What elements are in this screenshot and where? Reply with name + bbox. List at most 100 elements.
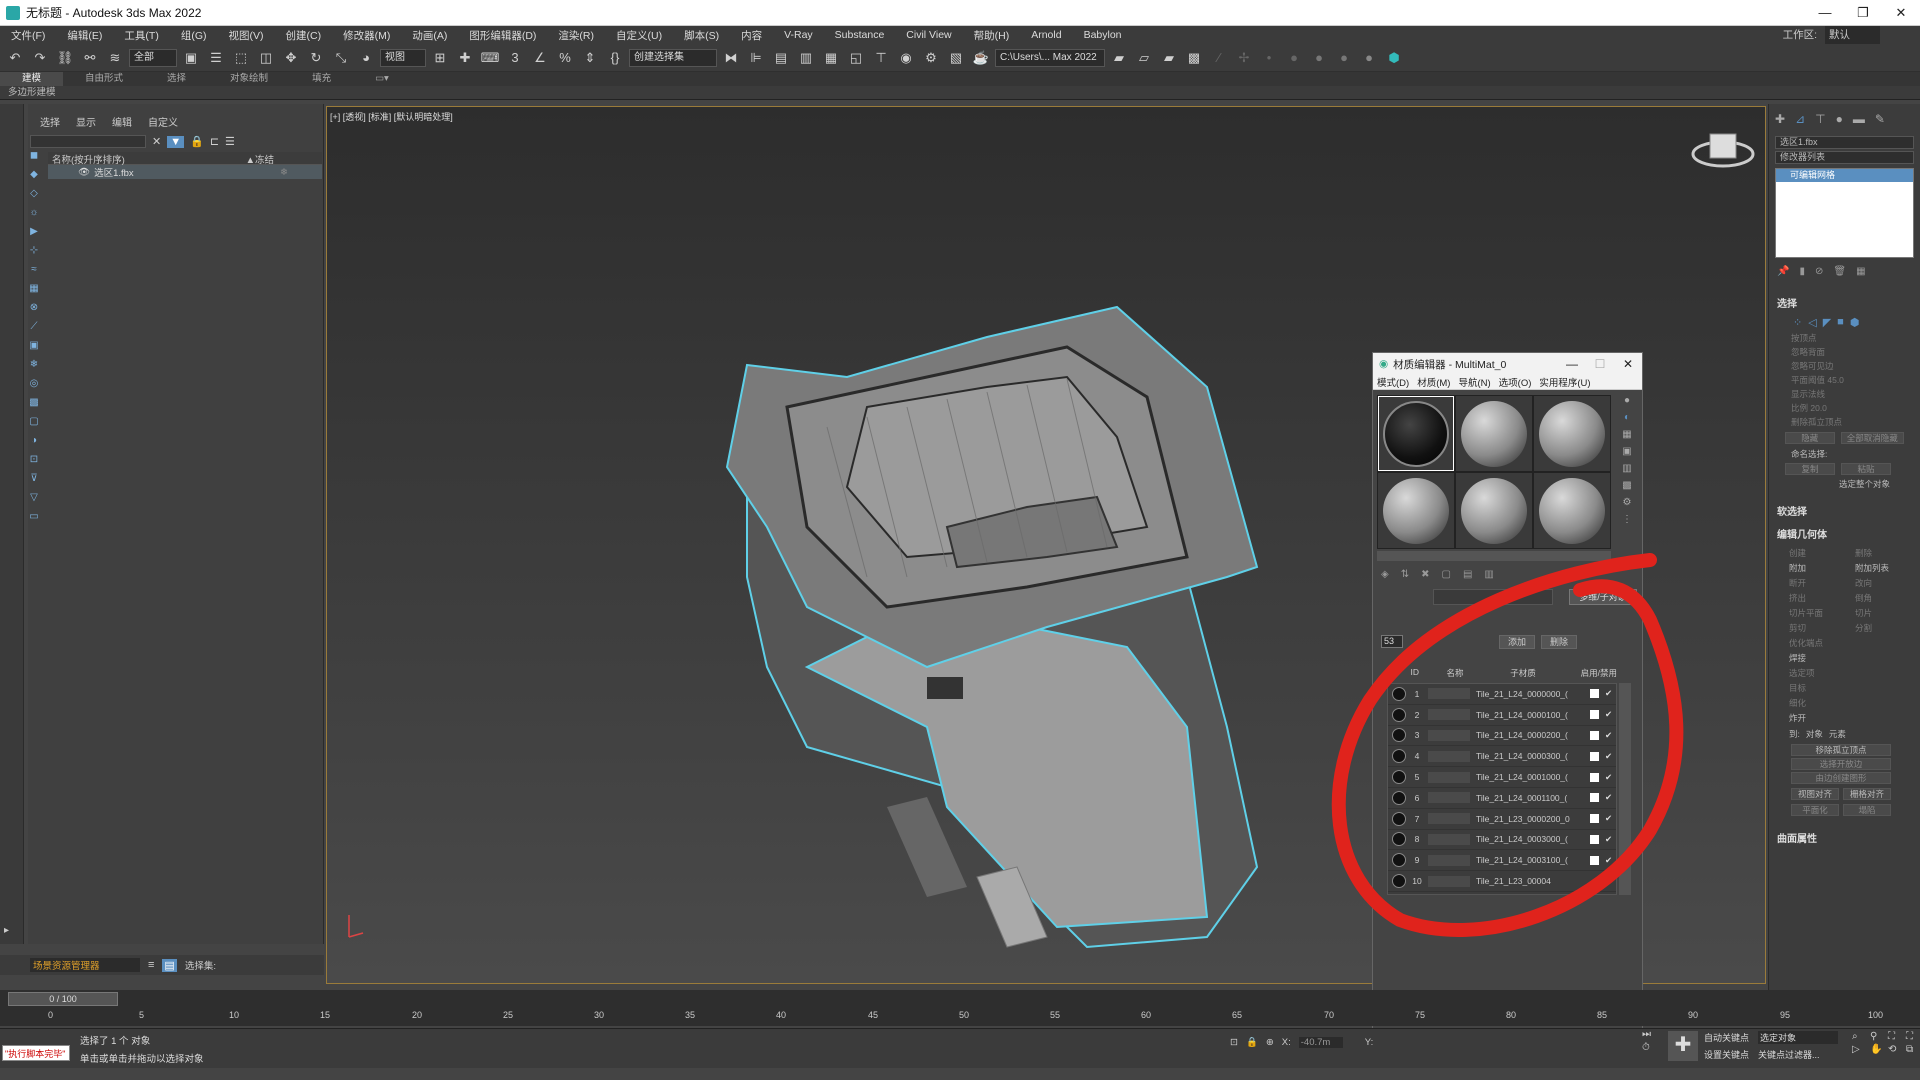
- menu-customize[interactable]: 自定义(U): [605, 28, 673, 43]
- col-frozen[interactable]: ▲冻结: [246, 152, 274, 166]
- angle-snap-icon[interactable]: ∠: [529, 47, 551, 69]
- geom-btn-split[interactable]: 分割: [1855, 622, 1915, 634]
- undo-icon[interactable]: ↶: [4, 47, 26, 69]
- geom-btn-refine-ends[interactable]: 优化端点: [1789, 637, 1849, 649]
- zoom-extents-all-icon[interactable]: ⛶: [1906, 1031, 1920, 1042]
- layers-icon[interactable]: ☰: [225, 135, 235, 148]
- unhide-all-button[interactable]: 全部取消隐藏: [1840, 432, 1904, 444]
- save-project-icon[interactable]: ▱: [1133, 47, 1155, 69]
- mat-close-button[interactable]: ✕: [1614, 357, 1642, 371]
- hide-button[interactable]: 隐藏: [1785, 432, 1835, 444]
- fov-icon[interactable]: ▷: [1852, 1044, 1868, 1055]
- ribbon-tab-populate[interactable]: 填充: [290, 72, 353, 86]
- display-lights-icon[interactable]: ☼: [26, 207, 42, 222]
- rollout-edit-geometry[interactable]: 编辑几何体: [1769, 522, 1920, 545]
- scene-tab-customize[interactable]: 自定义: [148, 114, 178, 129]
- bind-space-warp-icon[interactable]: ≋: [104, 47, 126, 69]
- modify-tab-icon[interactable]: ⊿: [1795, 112, 1805, 126]
- move-icon[interactable]: ✥: [280, 47, 302, 69]
- ribbon-tab-object-paint[interactable]: 对象绘制: [208, 72, 290, 86]
- display-reset-icon[interactable]: ⊡: [26, 454, 42, 469]
- curve-editor-icon[interactable]: ◱: [845, 47, 867, 69]
- background-icon[interactable]: ▦: [1622, 429, 1631, 440]
- opt-show-normals[interactable]: 显示法线: [1769, 387, 1920, 401]
- project-settings-icon[interactable]: ▩: [1183, 47, 1205, 69]
- face-icon[interactable]: ◤: [1823, 316, 1831, 329]
- pivot-icon[interactable]: ⊞: [429, 47, 451, 69]
- menu-create[interactable]: 创建(C): [275, 28, 333, 43]
- sample-slot[interactable]: [1456, 396, 1532, 471]
- sample-slot[interactable]: [1456, 473, 1532, 548]
- mat-minimize-button[interactable]: —: [1558, 357, 1586, 371]
- pin-stack-icon[interactable]: 📌: [1777, 266, 1789, 277]
- expand-arrow-icon[interactable]: ▸: [4, 925, 20, 939]
- set-key-icon[interactable]: ✚: [1668, 1031, 1698, 1061]
- display-tab-icon[interactable]: ▬: [1853, 112, 1865, 126]
- scene-tab-display[interactable]: 显示: [76, 114, 96, 129]
- opt-ignore-backface[interactable]: 忽略背面: [1769, 345, 1920, 359]
- opt-ignore-visible-edges[interactable]: 忽略可见边: [1769, 359, 1920, 373]
- hierarchy-icon[interactable]: ⊏: [210, 135, 219, 148]
- display-frame-icon[interactable]: ▭: [26, 511, 42, 526]
- menu-edit[interactable]: 编辑(E): [56, 28, 113, 43]
- view-align-button[interactable]: 视图对齐: [1791, 788, 1839, 800]
- project-path-dropdown[interactable]: C:\Users\... Max 2022: [995, 48, 1105, 67]
- display-bones-icon[interactable]: ⟋: [26, 321, 42, 336]
- mat-maximize-button[interactable]: ☐: [1586, 357, 1614, 371]
- named-selection-dropdown[interactable]: 创建选择集: [629, 48, 717, 67]
- geom-btn-turn[interactable]: 改向: [1855, 577, 1915, 589]
- menu-babylon[interactable]: Babylon: [1073, 29, 1133, 41]
- explode-objects-radio[interactable]: 对象: [1806, 728, 1823, 740]
- material-editor-titlebar[interactable]: ◉ 材质编辑器 - MultiMat_0 — ☐ ✕: [1373, 353, 1642, 375]
- filter-icon[interactable]: ▼: [167, 135, 185, 148]
- abs-mode-icon[interactable]: ⊕: [1266, 1037, 1274, 1048]
- sample-slot[interactable]: [1378, 396, 1454, 471]
- rendered-frame-icon[interactable]: ▧: [945, 47, 967, 69]
- timeline[interactable]: 0 / 100 0 5 10 15 20 25 30 35 40 45 50 5…: [0, 990, 1920, 1026]
- menu-substance[interactable]: Substance: [824, 29, 896, 41]
- geom-btn-attach[interactable]: 附加: [1789, 562, 1849, 574]
- make-preview-icon[interactable]: ▩: [1622, 480, 1631, 491]
- freeze-icon[interactable]: ❄: [280, 167, 288, 178]
- lock-icon[interactable]: 🔒: [190, 135, 204, 148]
- geom-btn-cut[interactable]: 剪切: [1789, 622, 1849, 634]
- x-coord-field[interactable]: -40.7m: [1298, 1037, 1343, 1048]
- stack-item-editable-mesh[interactable]: 可编辑网格: [1776, 169, 1913, 182]
- geom-btn-create[interactable]: 创建: [1789, 547, 1849, 559]
- render-icon[interactable]: ☕: [970, 47, 992, 69]
- keyboard-shortcut-icon[interactable]: ⌨: [479, 47, 501, 69]
- timeline-ruler[interactable]: 0 5 10 15 20 25 30 35 40 45 50 55 60 65 …: [8, 1010, 1918, 1024]
- menu-vray[interactable]: V-Ray: [773, 29, 824, 41]
- set-key-button[interactable]: 设置关键点: [1704, 1048, 1749, 1061]
- menu-civil-view[interactable]: Civil View: [895, 29, 962, 41]
- mat-menu-navigation[interactable]: 导航(N): [1458, 375, 1490, 389]
- collapse-button[interactable]: 塌陷: [1843, 804, 1891, 816]
- ribbon-tab-modeling[interactable]: 建模: [0, 72, 64, 86]
- display-all2-icon[interactable]: ▩: [26, 397, 42, 412]
- ribbon-options-icon[interactable]: ▭▾: [353, 72, 411, 86]
- display-invert-icon[interactable]: ◑: [26, 435, 42, 450]
- rect-selection-icon[interactable]: ⬚: [230, 47, 252, 69]
- display-filter-icon[interactable]: ⊽: [26, 473, 42, 488]
- window-crossing-icon[interactable]: ◫: [255, 47, 277, 69]
- polygon-icon[interactable]: ■: [1837, 316, 1844, 329]
- geom-btn-slice-plane[interactable]: 切片平面: [1789, 607, 1849, 619]
- isolate-icon[interactable]: ⊡: [1230, 1037, 1238, 1048]
- time-slider[interactable]: 0 / 100: [8, 992, 118, 1006]
- geom-btn-extrude[interactable]: 挤出: [1789, 592, 1849, 604]
- menu-modifiers[interactable]: 修改器(M): [332, 28, 401, 43]
- mirror-icon[interactable]: ⧓: [720, 47, 742, 69]
- create-tab-icon[interactable]: ✚: [1775, 112, 1785, 126]
- scale-icon[interactable]: ⤡: [330, 47, 352, 69]
- orbit-icon[interactable]: ⟲: [1888, 1044, 1904, 1055]
- ribbon-toggle-icon[interactable]: ▦: [820, 47, 842, 69]
- zoom-all-icon[interactable]: ⚲: [1870, 1031, 1886, 1042]
- sample-slot[interactable]: [1534, 396, 1610, 471]
- geom-btn-selected[interactable]: 选定项: [1789, 667, 1849, 679]
- geom-btn-explode[interactable]: 炸开: [1789, 712, 1849, 724]
- display-none-icon[interactable]: ▢: [26, 416, 42, 431]
- modifier-list-dropdown[interactable]: 修改器列表: [1775, 151, 1914, 164]
- scene-search-input[interactable]: [30, 135, 146, 148]
- ribbon-tab-selection[interactable]: 选择: [145, 72, 208, 86]
- utilities-tab-icon[interactable]: ✎: [1875, 112, 1885, 126]
